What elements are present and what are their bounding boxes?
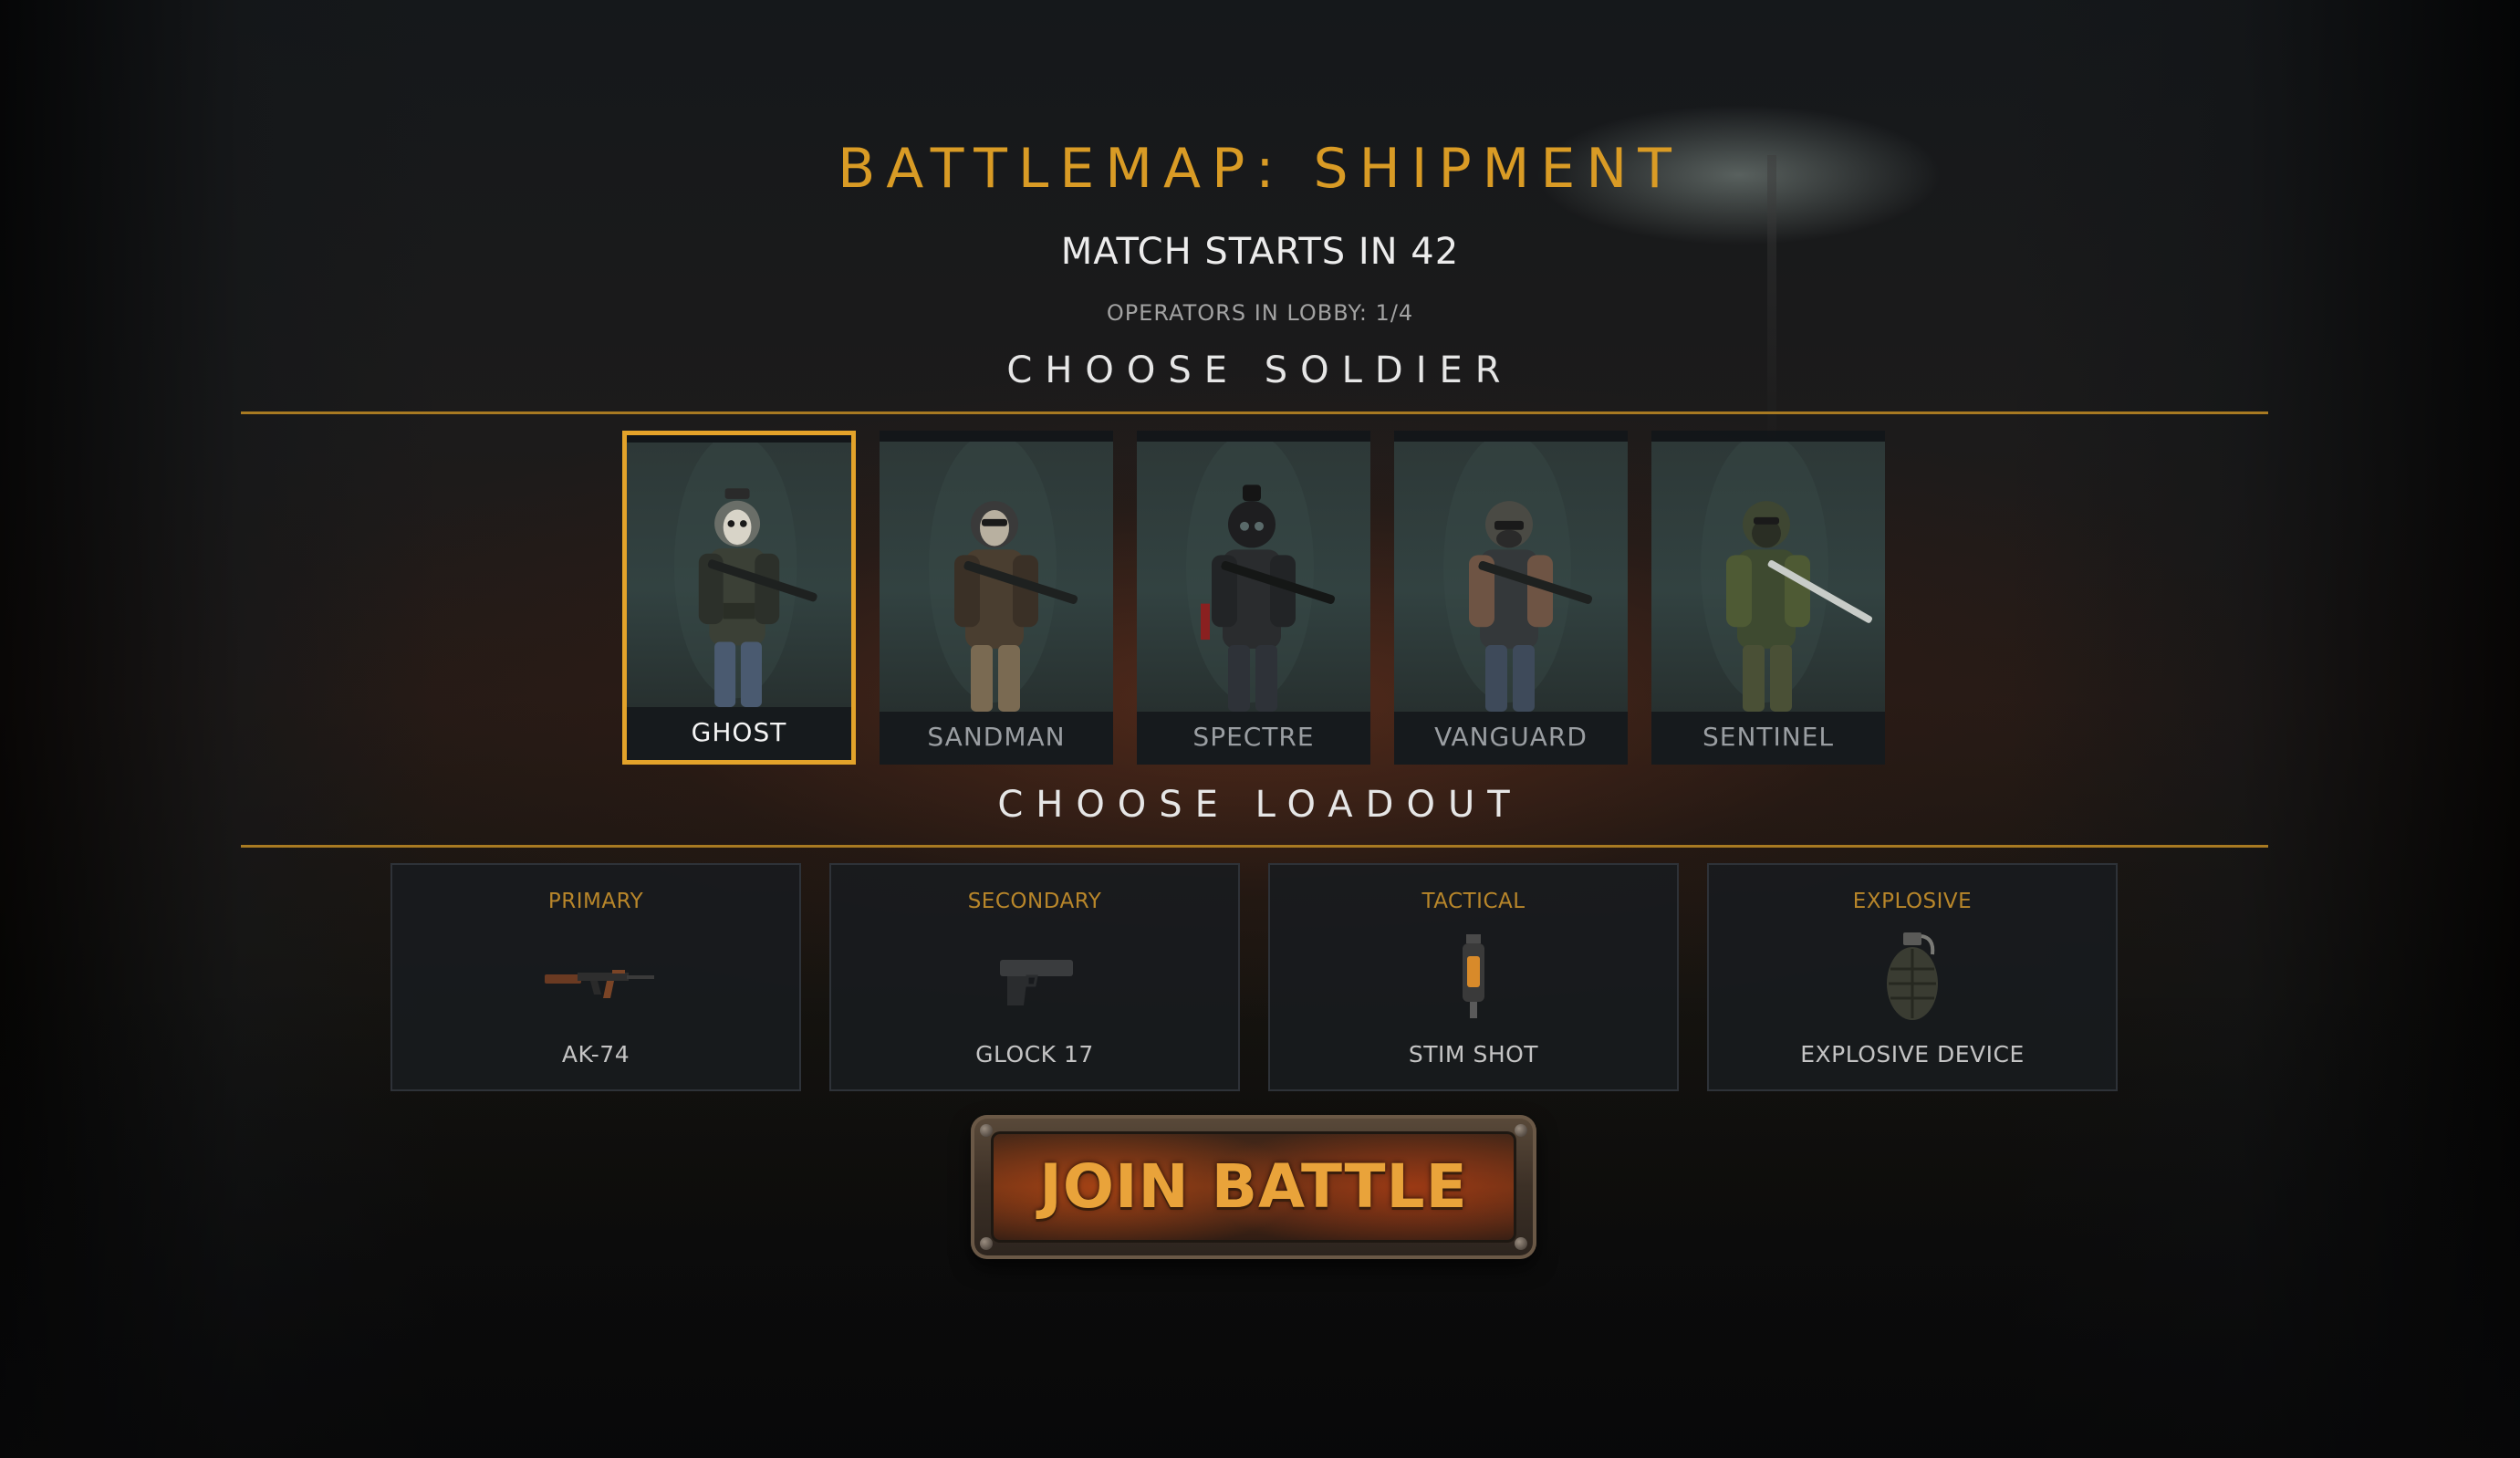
- choose-soldier-heading: CHOOSE SOLDIER: [1006, 349, 1514, 391]
- slot-type-label: PRIMARY: [547, 890, 644, 913]
- bolt-icon: [1515, 1124, 1527, 1137]
- slot-item-name: STIM SHOT: [1408, 1041, 1539, 1067]
- rifle-icon: [532, 929, 660, 1029]
- loadout-slot-primary[interactable]: PRIMARY AK-74: [390, 863, 801, 1091]
- loadout-list: PRIMARY AK-74 SECONDARY GLOCK 17 TACTICA…: [390, 863, 2119, 1091]
- slot-item-name: AK-74: [561, 1041, 630, 1067]
- soldier-name: SPECTRE: [1137, 712, 1370, 765]
- grenade-icon: [1848, 929, 1976, 1029]
- join-battle-plate: JOIN BATTLE: [991, 1131, 1516, 1243]
- match-countdown: MATCH STARTS IN 42: [1060, 231, 1460, 273]
- choose-loadout-heading: CHOOSE LOADOUT: [997, 784, 1523, 826]
- join-battle-label: JOIN BATTLE: [1039, 1151, 1468, 1222]
- soldier-portrait: [880, 442, 1113, 712]
- pistol-icon: [971, 929, 1099, 1029]
- soldier-list: GHOST SANDMAN SPECTRE VANGUARD SENTINEL: [622, 431, 1898, 765]
- soldier-portrait: [1651, 442, 1885, 712]
- slot-item-name: GLOCK 17: [975, 1041, 1094, 1067]
- slot-type-label: EXPLOSIVE: [1852, 890, 1973, 913]
- map-title: BATTLEMAP: SHIPMENT: [838, 137, 1682, 201]
- bolt-icon: [1515, 1237, 1527, 1250]
- loadout-divider: [241, 845, 2268, 848]
- soldier-name: SENTINEL: [1651, 712, 1885, 765]
- soldier-card-sentinel[interactable]: SENTINEL: [1651, 431, 1885, 765]
- soldier-name: GHOST: [627, 707, 851, 760]
- loadout-slot-secondary[interactable]: SECONDARY GLOCK 17: [829, 863, 1240, 1091]
- soldier-card-sandman[interactable]: SANDMAN: [880, 431, 1113, 765]
- soldier-portrait: [627, 443, 851, 707]
- loadout-slot-explosive[interactable]: EXPLOSIVE EXPLOSIVE DEVICE: [1707, 863, 2118, 1091]
- soldier-portrait: [1394, 442, 1628, 712]
- loadout-slot-tactical[interactable]: TACTICAL STIM SHOT: [1268, 863, 1679, 1091]
- soldier-name: VANGUARD: [1394, 712, 1628, 765]
- soldier-card-ghost[interactable]: GHOST: [622, 431, 856, 765]
- soldier-divider: [241, 411, 2268, 414]
- stim-icon: [1410, 929, 1537, 1029]
- soldier-portrait: [1137, 442, 1370, 712]
- slot-type-label: SECONDARY: [967, 890, 1102, 913]
- soldier-name: SANDMAN: [880, 712, 1113, 765]
- lobby-count: OPERATORS IN LOBBY: 1/4: [1106, 300, 1414, 326]
- slot-item-name: EXPLOSIVE DEVICE: [1800, 1041, 2025, 1067]
- soldier-card-spectre[interactable]: SPECTRE: [1137, 431, 1370, 765]
- slot-type-label: TACTICAL: [1421, 890, 1526, 913]
- join-battle-button[interactable]: JOIN BATTLE: [971, 1115, 1536, 1259]
- soldier-card-vanguard[interactable]: VANGUARD: [1394, 431, 1628, 765]
